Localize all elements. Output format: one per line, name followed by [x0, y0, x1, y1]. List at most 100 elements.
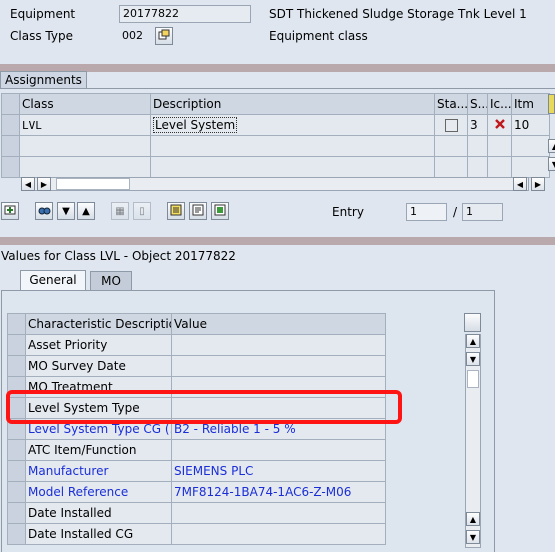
- characteristic-desc: Manufacturer: [25, 460, 172, 482]
- row-selector[interactable]: [7, 460, 26, 482]
- arrow-right-icon: ▶: [534, 179, 542, 189]
- characteristic-desc: ATC Item/Function: [25, 439, 172, 461]
- document-green-icon: [214, 204, 226, 219]
- scroll-right-end-button[interactable]: ▶: [531, 177, 545, 191]
- column-header-class[interactable]: Class: [19, 93, 151, 115]
- characteristic-values-button[interactable]: [167, 202, 185, 220]
- table-row[interactable]: LVL Level System 3 10: [1, 114, 550, 136]
- tab-general[interactable]: General: [20, 270, 86, 290]
- characteristic-desc: Model Reference: [25, 481, 172, 503]
- next-button[interactable]: ▼: [57, 202, 75, 220]
- values-title: Values for Class LVL - Object 20177822: [1, 249, 236, 263]
- class-type-f4-button[interactable]: [155, 27, 173, 45]
- column-header-s[interactable]: S...: [467, 93, 488, 115]
- icon-cell: [487, 114, 512, 136]
- characteristic-value[interactable]: [171, 523, 386, 545]
- row-selector[interactable]: [7, 481, 26, 503]
- assignments-table: Class Description Sta... S... Ic... Itm …: [1, 93, 550, 178]
- entry-input[interactable]: 1: [406, 203, 447, 221]
- table-row[interactable]: Date Installed: [7, 502, 386, 524]
- overview-button[interactable]: [211, 202, 229, 220]
- table-row[interactable]: Asset Priority: [7, 334, 386, 356]
- copy-button-disabled: ▦: [111, 202, 129, 220]
- triangle-down-icon: ▼: [62, 205, 70, 217]
- arrow-left-icon: ◀: [24, 179, 32, 189]
- table-row[interactable]: [1, 156, 550, 178]
- column-header-value[interactable]: Value: [171, 313, 386, 335]
- table-row[interactable]: ATC Item/Function: [7, 439, 386, 461]
- scroll-down-button[interactable]: ▼: [548, 157, 555, 171]
- scroll-left-button[interactable]: ◀: [21, 177, 35, 191]
- select-all-cell[interactable]: [7, 313, 26, 335]
- column-settings-button[interactable]: [464, 313, 481, 332]
- row-selector[interactable]: [7, 334, 26, 356]
- find-button[interactable]: [35, 202, 53, 220]
- class-type-description: Equipment class: [269, 29, 368, 43]
- select-all-cell[interactable]: [1, 93, 20, 115]
- document-list-icon: [192, 204, 204, 219]
- row-selector[interactable]: [7, 439, 26, 461]
- characteristic-desc: Date Installed: [25, 502, 172, 524]
- scroll-thumb[interactable]: [56, 178, 130, 190]
- column-header-item[interactable]: Itm: [511, 93, 550, 115]
- entry-label: Entry: [332, 205, 364, 219]
- s-cell: 3: [467, 114, 488, 136]
- characteristic-value[interactable]: SIEMENS PLC: [171, 460, 386, 482]
- arrow-down-icon: ▼: [469, 532, 477, 542]
- trash-icon: ▯: [139, 205, 145, 217]
- scroll-down-end-button[interactable]: ▼: [466, 530, 480, 544]
- table-row[interactable]: Model Reference 7MF8124-1BA74-1AC6-Z-M06: [7, 481, 386, 503]
- tab-mo[interactable]: MO: [90, 271, 132, 291]
- row-selector[interactable]: [7, 502, 26, 524]
- arrow-up-icon: ▲: [469, 514, 477, 524]
- object-list-button[interactable]: [189, 202, 207, 220]
- description-cell[interactable]: Level System: [150, 114, 435, 136]
- copy-icon: ▦: [115, 205, 125, 217]
- arrow-left-icon: ◀: [516, 179, 524, 189]
- scroll-left-end-button[interactable]: ◀: [513, 177, 527, 191]
- status-checkbox[interactable]: [444, 119, 458, 132]
- row-selector[interactable]: [1, 135, 20, 157]
- characteristic-desc: Date Installed CG: [25, 523, 172, 545]
- delete-button-disabled: ▯: [133, 202, 151, 220]
- item-cell: 10: [511, 114, 550, 136]
- description-text: Level System: [153, 117, 238, 133]
- class-cell[interactable]: LVL: [19, 114, 151, 136]
- characteristic-value[interactable]: [171, 439, 386, 461]
- equipment-number-field[interactable]: 20177822: [119, 5, 251, 23]
- error-x-icon: [494, 118, 506, 133]
- insert-row-icon: [4, 204, 16, 219]
- scroll-right-small-button[interactable]: ▶: [37, 177, 51, 191]
- binoculars-icon: [38, 204, 51, 219]
- characteristic-value[interactable]: [171, 502, 386, 524]
- row-selector[interactable]: [1, 156, 20, 178]
- column-settings-button[interactable]: [548, 94, 555, 114]
- table-row[interactable]: MO Survey Date: [7, 355, 386, 377]
- equipment-description: SDT Thickened Sludge Storage Tnk Level 1: [269, 7, 527, 21]
- table-row[interactable]: [1, 135, 550, 157]
- previous-button[interactable]: ▲: [77, 202, 95, 220]
- column-header-characteristic[interactable]: Characteristic Description: [25, 313, 172, 335]
- scroll-up-end-button[interactable]: ▲: [466, 512, 480, 526]
- assignments-title: Assignments: [0, 71, 87, 88]
- row-selector[interactable]: [7, 355, 26, 377]
- scroll-down-button[interactable]: ▼: [466, 352, 480, 366]
- insert-row-button[interactable]: [1, 202, 19, 220]
- scroll-thumb[interactable]: [467, 370, 479, 388]
- column-header-icon[interactable]: Ic...: [487, 93, 512, 115]
- table-row[interactable]: Date Installed CG: [7, 523, 386, 545]
- assignments-rule: [0, 88, 555, 89]
- column-header-description[interactable]: Description: [150, 93, 435, 115]
- characteristic-value[interactable]: 7MF8124-1BA74-1AC6-Z-M06: [171, 481, 386, 503]
- row-selector[interactable]: [7, 523, 26, 545]
- characteristic-value[interactable]: [171, 355, 386, 377]
- table-row[interactable]: Manufacturer SIEMENS PLC: [7, 460, 386, 482]
- scroll-up-button[interactable]: ▲: [466, 334, 480, 348]
- characteristic-value[interactable]: [171, 334, 386, 356]
- status-cell[interactable]: [434, 114, 468, 136]
- scroll-up-button[interactable]: ▲: [548, 139, 555, 153]
- characteristic-desc: Asset Priority: [25, 334, 172, 356]
- row-selector[interactable]: [1, 114, 20, 136]
- list-yellow-icon: [170, 204, 182, 219]
- column-header-status[interactable]: Sta...: [434, 93, 468, 115]
